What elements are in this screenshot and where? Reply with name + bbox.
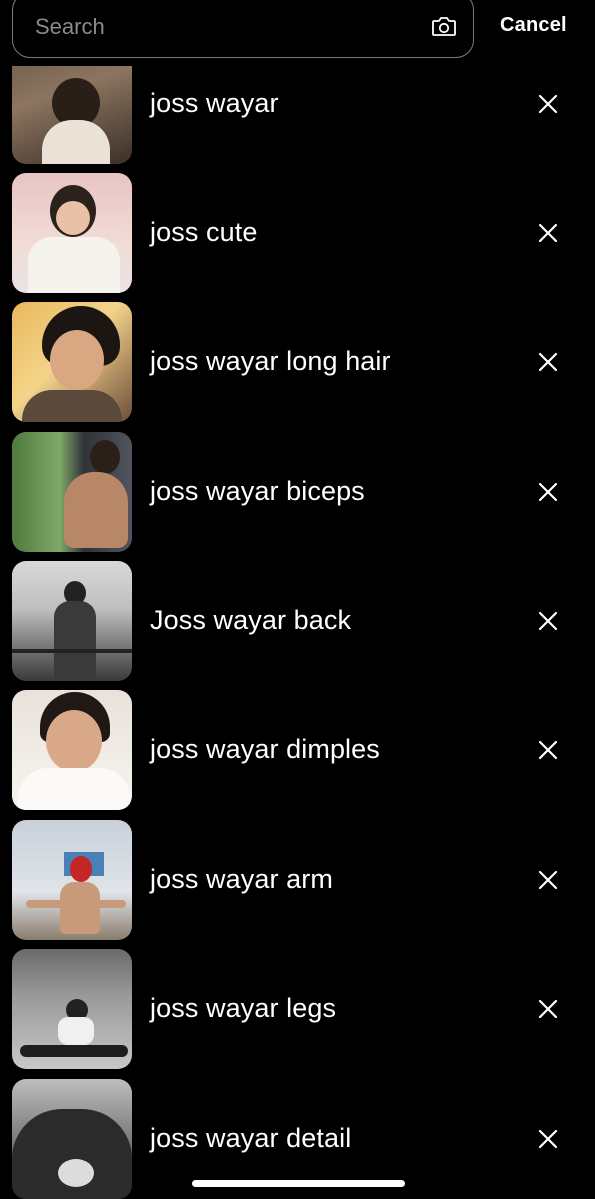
search-thumbnail (12, 173, 132, 293)
search-thumbnail (12, 949, 132, 1069)
recent-search-item[interactable]: joss wayar long hair (0, 302, 595, 422)
recent-search-list: joss wayar joss cute joss wayar long hai… (0, 0, 595, 1199)
close-icon[interactable] (538, 999, 558, 1019)
search-term-label: joss cute (150, 217, 258, 247)
search-thumbnail (12, 690, 132, 810)
recent-searches-screen: joss wayar joss cute joss wayar long hai… (0, 0, 595, 1199)
search-thumbnail (12, 432, 132, 552)
recent-search-item[interactable]: joss cute (0, 173, 595, 293)
close-icon[interactable] (538, 223, 558, 243)
search-header: Cancel (0, 0, 595, 66)
close-icon[interactable] (538, 870, 558, 890)
close-icon[interactable] (538, 482, 558, 502)
recent-search-item[interactable]: joss wayar biceps (0, 432, 595, 552)
search-term-label: joss wayar long hair (150, 346, 391, 376)
search-thumbnail (12, 302, 132, 422)
search-thumbnail (12, 561, 132, 681)
recent-search-item[interactable]: joss wayar arm (0, 820, 595, 940)
recent-search-item[interactable]: Joss wayar back (0, 561, 595, 681)
search-term-label: joss wayar arm (150, 864, 333, 894)
search-term-label: joss wayar (150, 88, 279, 118)
home-indicator (192, 1180, 405, 1187)
search-term-label: joss wayar legs (150, 993, 337, 1023)
search-thumbnail (12, 1079, 132, 1199)
cancel-button[interactable]: Cancel (500, 14, 567, 37)
recent-search-item[interactable]: joss wayar dimples (0, 690, 595, 810)
search-term-label: joss wayar dimples (150, 734, 380, 764)
search-term-label: joss wayar detail (150, 1123, 352, 1153)
search-term-label: joss wayar biceps (150, 476, 365, 506)
search-input[interactable] (35, 11, 395, 43)
search-thumbnail (12, 820, 132, 940)
search-term-label: Joss wayar back (150, 605, 352, 635)
close-icon[interactable] (538, 1129, 558, 1149)
close-icon[interactable] (538, 740, 558, 760)
camera-icon[interactable] (431, 15, 457, 37)
recent-search-item[interactable]: joss wayar legs (0, 949, 595, 1069)
close-icon[interactable] (538, 352, 558, 372)
close-icon[interactable] (538, 611, 558, 631)
search-box[interactable] (12, 0, 474, 58)
close-icon[interactable] (538, 94, 558, 114)
